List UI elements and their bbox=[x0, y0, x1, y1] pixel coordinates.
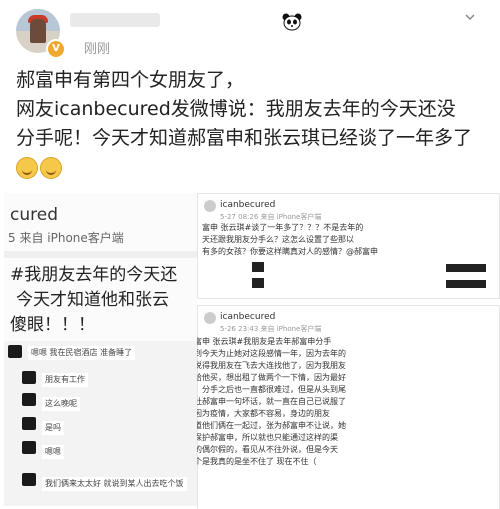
card-username: icanbecured bbox=[220, 200, 276, 210]
image-username: cured bbox=[10, 205, 58, 225]
card-line: 富申 张云琪#谈了一年多了？？？不是去年的 bbox=[202, 223, 364, 232]
card-meta: 5-26 23:43 来自 iPhone客户端 bbox=[220, 325, 322, 333]
panda-icon bbox=[282, 13, 302, 31]
grin-emoji-icon bbox=[16, 156, 38, 179]
redaction-block bbox=[252, 278, 264, 288]
grin-emoji-icon bbox=[40, 156, 62, 179]
chat-avatar bbox=[22, 441, 36, 454]
card-meta: 5-27 08:26 来自 iPhone客户端 bbox=[220, 213, 322, 221]
card-line: 到今天为止她对这段感情一年，因为去年的 bbox=[197, 349, 346, 358]
card-line: 道他们俩在一起过，张为郝富申不让说，她 bbox=[197, 421, 346, 430]
post-line: 郝富申有第四个女朋友了， bbox=[16, 69, 245, 91]
redaction-block bbox=[252, 262, 264, 272]
chat-row: 是吗 bbox=[42, 421, 64, 435]
verified-badge-icon: V bbox=[46, 39, 66, 59]
chat-row: 我们俩来太太好 就说到某人出去吃个饭 bbox=[42, 477, 187, 491]
image-text-line: 今天才知道他和张云 bbox=[16, 290, 169, 310]
chat-avatar bbox=[22, 417, 36, 430]
chevron-down-icon[interactable] bbox=[464, 11, 476, 23]
card-text: 富申 张云琪#谈了一年多了？？？不是去年的 天还跟我朋友分手么？这怎么设置了些那… bbox=[202, 222, 378, 258]
chat-row: 朋友有工作 bbox=[42, 373, 88, 387]
card-username: icanbecured bbox=[220, 312, 276, 322]
card-line: 天还跟我朋友分手么？这怎么设置了些那以 bbox=[202, 235, 354, 244]
chat-row: 嗯嗯 我在民宿酒店 准备睡了 bbox=[28, 346, 136, 360]
card-line: 有多的女孩？你要这样瞒真对人的感情？@郝富申 bbox=[202, 247, 378, 256]
username-redacted[interactable] bbox=[70, 13, 160, 27]
chat-avatar bbox=[22, 473, 36, 486]
chat-avatar bbox=[22, 371, 36, 384]
post-line: 分手呢！今天才知道郝富申和张云琪已经谈了一年多了 bbox=[16, 127, 473, 149]
weibo-card: icanbecured 5-26 23:43 来自 iPhone客户端 富申 张… bbox=[197, 305, 500, 509]
redaction-block bbox=[446, 280, 486, 288]
chat-avatar bbox=[8, 345, 22, 358]
card-line: 给他买，想出租了做两个一下情，因为最好 bbox=[197, 373, 346, 382]
avatar bbox=[204, 312, 216, 324]
post-time: 刚刚 bbox=[84, 42, 111, 57]
divider bbox=[4, 251, 200, 258]
redaction-block bbox=[446, 264, 486, 272]
card-line: 说得我朋友在飞去大连找他了，因为我朋友 bbox=[197, 361, 346, 370]
post-line: 网友icanbecured发微博说：我朋友去年的今天还没 bbox=[16, 98, 456, 120]
chat-screenshot: 嗯嗯 我在民宿酒店 准备睡了 朋友有工作 这么晚呢 是吗 嗯嗯 我们俩来太太好 … bbox=[4, 341, 200, 506]
post-text: 郝富申有第四个女朋友了， 网友icanbecured发微博说：我朋友去年的今天还… bbox=[16, 66, 486, 182]
image-post-text: #我朋友去年的今天还 今天才知道他和张云 傻眼！！！ bbox=[10, 263, 177, 338]
avatar bbox=[204, 200, 216, 212]
card-text: 富申 张云琪#我朋友是去年郝富申分手 到今天为止她对这段感情一年，因为去年的 说… bbox=[197, 336, 346, 468]
card-line: 个是我真的是坐不住了 现在不住（ bbox=[197, 457, 317, 466]
chat-avatar bbox=[22, 393, 36, 406]
chat-row: 嗯嗯 bbox=[42, 445, 64, 459]
image-text-line: 傻眼！！！ bbox=[10, 315, 95, 335]
card-line: 社郝富申一句坏话，就一直在自己已说服了 bbox=[197, 397, 346, 406]
chat-row: 这么晚呢 bbox=[42, 397, 80, 411]
image-meta: 5 来自 iPhone客户端 bbox=[8, 231, 124, 245]
weibo-card: icanbecured 5-27 08:26 来自 iPhone客户端 富申 张… bbox=[197, 193, 500, 299]
attached-image-right[interactable]: icanbecured 5-27 08:26 来自 iPhone客户端 富申 张… bbox=[197, 193, 500, 509]
image-text-line: #我朋友去年的今天还 bbox=[10, 265, 178, 285]
card-line: ，分手之后也一直都很难过，但是从头到尾 bbox=[197, 385, 346, 394]
card-line: 的偶尔假的，看见从不往外说，但是今天 bbox=[197, 445, 338, 454]
card-line: 富申 张云琪#我朋友是去年郝富申分手 bbox=[197, 337, 332, 346]
card-line: 保护郝富申，所以就也只能通过这样的渠 bbox=[197, 433, 338, 442]
attached-image-left[interactable]: cured 5 来自 iPhone客户端 #我朋友去年的今天还 今天才知道他和张… bbox=[4, 193, 201, 506]
card-line: 因为疫情，大家都不容易，身边的朋友 bbox=[197, 409, 330, 418]
